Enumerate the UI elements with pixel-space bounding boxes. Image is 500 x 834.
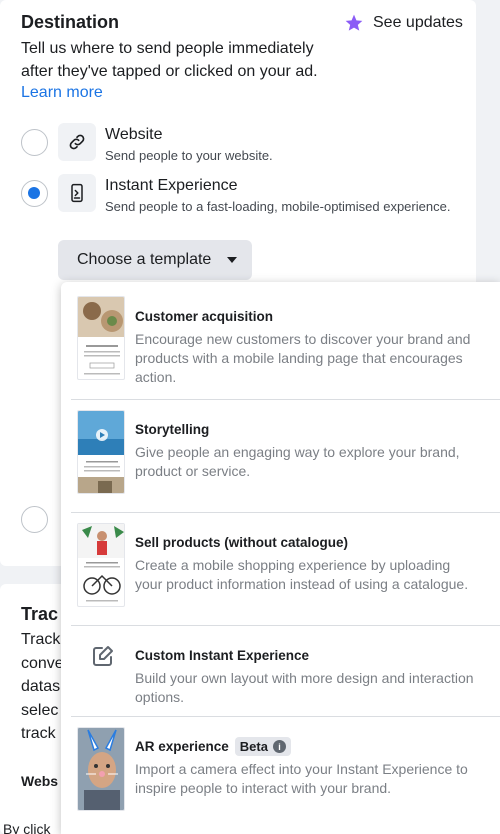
destination-title: Destination: [21, 12, 120, 32]
template-title-text: Custom Instant Experience: [135, 648, 310, 663]
tracking-line: conve: [21, 654, 64, 672]
tracking-line: datas: [21, 678, 61, 695]
template-description: Import a camera effect into your Instant…: [135, 761, 468, 796]
tracking-line: Track: [21, 631, 61, 648]
template-customer-acquisition[interactable]: Customer acquisition Encourage new custo…: [61, 282, 500, 399]
website-radio[interactable]: [21, 129, 48, 156]
template-title: Storytelling: [135, 422, 209, 437]
storytelling-thumbnail: [77, 410, 125, 494]
template-title: Sell products (without catalogue): [135, 535, 348, 550]
website-option-title: Website: [105, 126, 163, 143]
template-title-text: Sell products (without catalogue): [135, 535, 349, 550]
template-title-text: Customer acquisition: [135, 309, 274, 324]
tracking-line: track: [21, 725, 56, 742]
info-icon[interactable]: i: [272, 740, 286, 753]
terms-note: By click: [3, 821, 51, 834]
template-ar-experience[interactable]: AR experience Beta i Import a camera eff…: [61, 717, 500, 834]
customer-acquisition-thumbnail: [77, 296, 125, 380]
beta-badge-label: Beta: [239, 739, 268, 754]
tracking-description: Track conve datas selec track: [21, 628, 64, 746]
instant-experience-option-title: Instant Experience: [105, 177, 238, 194]
edit-icon: [89, 642, 117, 670]
third-option-radio[interactable]: [21, 506, 48, 533]
template-title-text: AR experience: [135, 739, 229, 754]
template-description: Give people an engaging way to explore y…: [135, 444, 460, 479]
beta-badge: Beta i: [234, 737, 291, 756]
template-dropdown: Customer acquisition Encourage new custo…: [61, 282, 500, 834]
template-title: AR experience Beta i: [135, 737, 291, 756]
learn-more-link[interactable]: Learn more: [21, 84, 103, 102]
choose-template-button[interactable]: Choose a template: [58, 240, 252, 280]
instant-experience-option-subtitle: Send people to a fast-loading, mobile-op…: [105, 199, 451, 214]
template-title: Customer acquisition: [135, 309, 273, 324]
template-title-text: Storytelling: [135, 422, 210, 437]
instant-experience-icon: [58, 174, 96, 212]
link-icon: [58, 123, 96, 161]
instant-experience-radio[interactable]: [21, 180, 48, 207]
template-sell-products[interactable]: Sell products (without catalogue) Create…: [61, 513, 500, 625]
template-description: Create a mobile shopping experience by u…: [135, 557, 469, 592]
template-description: Build your own layout with more design a…: [135, 670, 474, 705]
choose-template-label: Choose a template: [77, 251, 212, 268]
tracking-title: Trac: [21, 604, 59, 624]
template-title: Custom Instant Experience: [135, 648, 309, 663]
template-description: Encourage new customers to discover your…: [135, 331, 471, 385]
see-updates-link[interactable]: See updates: [344, 13, 463, 33]
template-custom-instant-experience[interactable]: Custom Instant Experience Build your own…: [61, 626, 500, 716]
destination-description: Tell us where to send people immediately…: [21, 40, 318, 80]
template-storytelling[interactable]: Storytelling Give people an engaging way…: [61, 400, 500, 512]
sell-products-thumbnail: [77, 523, 125, 607]
star-icon: [344, 13, 364, 33]
see-updates-label: See updates: [373, 14, 463, 31]
website-events-label: Webs: [21, 773, 59, 789]
ar-experience-thumbnail: [77, 727, 125, 811]
website-option-subtitle: Send people to your website.: [105, 148, 273, 163]
caret-down-icon: [227, 257, 238, 263]
tracking-line: selec: [21, 701, 59, 719]
